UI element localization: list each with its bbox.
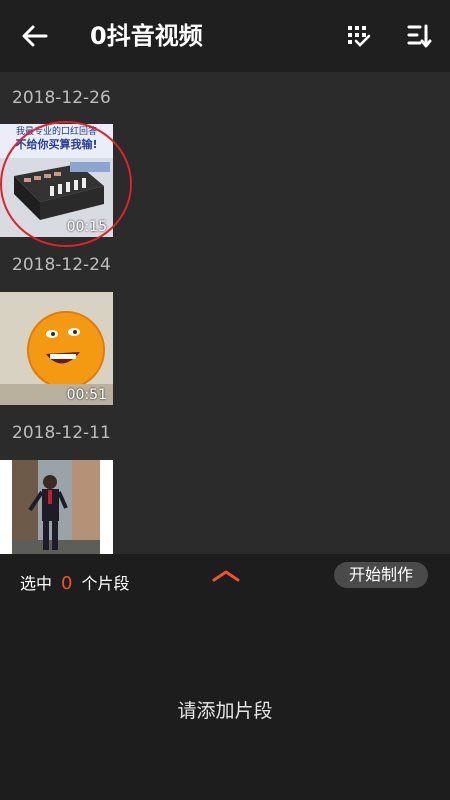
video-duration: 00:51 [66, 387, 107, 403]
top-bar: 0抖音视频 [0, 0, 450, 72]
multi-select-button[interactable] [342, 20, 376, 52]
start-making-button[interactable]: 开始制作 [334, 562, 428, 588]
selection-status: 选中 0 个片段 [20, 570, 129, 594]
multi-select-icon [348, 26, 371, 47]
street-thumbnail-image [0, 460, 113, 554]
date-header: 2018-12-11 [12, 423, 111, 443]
video-list: 2018-12-26 我最专业的口红回答 不给你买算我输! 00:15 2018… [0, 72, 450, 554]
date-header: 2018-12-24 [12, 255, 111, 275]
video-thumbnail-orange[interactable]: 00:51 [0, 292, 113, 405]
date-header: 2018-12-26 [12, 88, 111, 108]
page-title: 0抖音视频 [90, 22, 203, 50]
selection-count: 0 [61, 573, 73, 594]
arrow-left-icon [22, 25, 48, 47]
back-button[interactable] [18, 20, 52, 52]
sort-icon [407, 24, 432, 48]
selection-suffix: 个片段 [81, 574, 130, 593]
highlight-circle [0, 121, 132, 247]
sort-button[interactable] [402, 20, 436, 52]
selection-panel: 选中 0 个片段 开始制作 请添加片段 [0, 554, 450, 800]
video-thumbnail-street-man[interactable] [0, 460, 113, 554]
chevron-up-icon [212, 570, 240, 582]
empty-hint: 请添加片段 [177, 700, 273, 722]
selection-prefix: 选中 [20, 574, 53, 593]
expand-panel-button[interactable] [210, 566, 242, 586]
